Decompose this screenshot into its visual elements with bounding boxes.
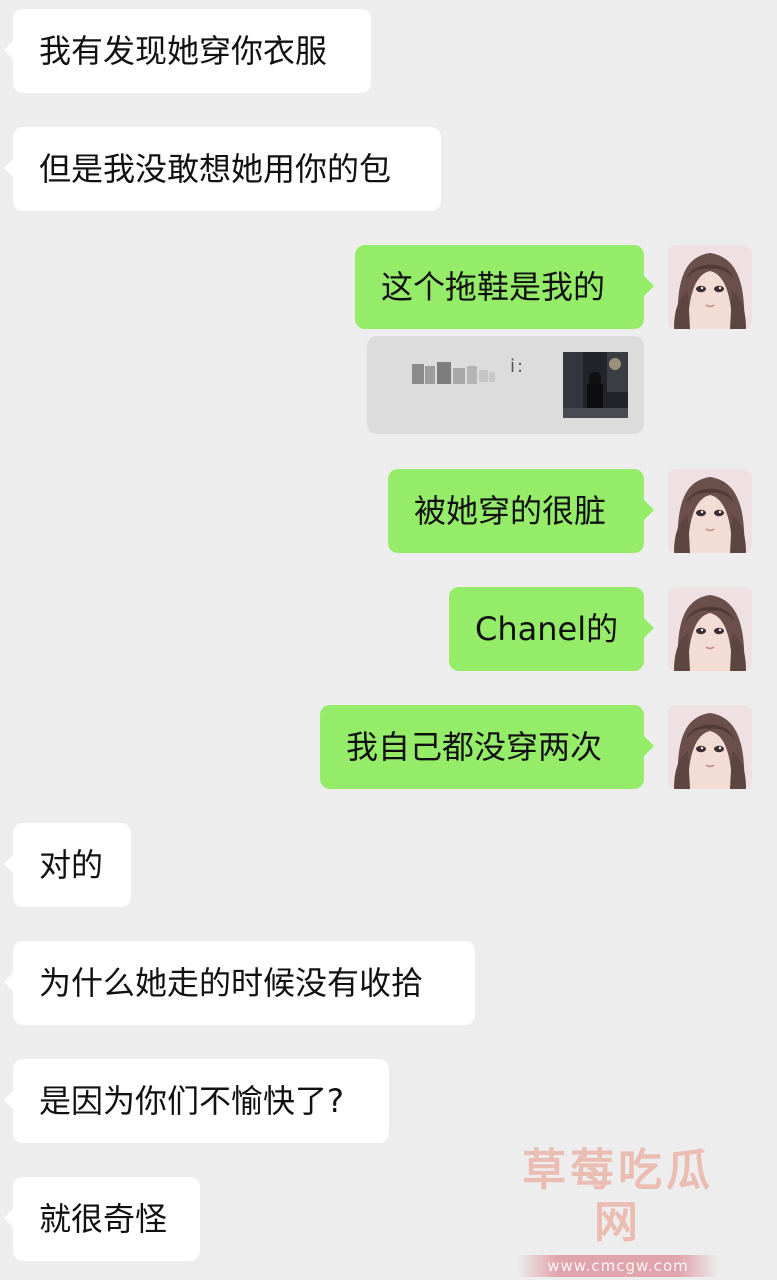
user-avatar[interactable]: [668, 705, 752, 789]
quoted-image-thumbnail[interactable]: [563, 352, 628, 418]
watermark-title: 草莓吃瓜网: [522, 1145, 714, 1248]
incoming-message[interactable]: 但是我没敢想她用你的包: [4, 127, 441, 211]
user-avatar[interactable]: [668, 469, 752, 553]
incoming-message[interactable]: 是因为你们不愉快了?: [4, 1059, 389, 1143]
anime-girl-avatar-icon: [668, 469, 752, 553]
outgoing-message[interactable]: 我自己都没穿两次: [320, 705, 654, 789]
incoming-message[interactable]: 为什么她走的时候没有收拾: [4, 941, 475, 1025]
outgoing-message[interactable]: Chanel的: [449, 587, 654, 671]
watermark: 草莓吃瓜网 www.cmcgw.com: [500, 1145, 736, 1277]
user-avatar[interactable]: [668, 587, 752, 671]
chat-window: 我有发现她穿你衣服 但是我没敢想她用你的包 这个拖鞋是我的 i: 被她穿的很脏 …: [0, 0, 777, 1280]
incoming-message[interactable]: 我有发现她穿你衣服: [4, 9, 371, 93]
anime-girl-avatar-icon: [668, 245, 752, 329]
incoming-message[interactable]: 就很奇怪: [4, 1177, 200, 1261]
quote-label: i:: [510, 356, 526, 377]
outgoing-message[interactable]: 被她穿的很脏: [388, 469, 654, 553]
watermark-url: www.cmcgw.com: [517, 1255, 719, 1277]
anime-girl-avatar-icon: [668, 587, 752, 671]
incoming-message[interactable]: 对的: [4, 823, 131, 907]
outgoing-message[interactable]: 这个拖鞋是我的: [355, 245, 654, 329]
user-avatar[interactable]: [668, 245, 752, 329]
image-thumbnail-icon: [563, 352, 628, 418]
anime-girl-avatar-icon: [668, 705, 752, 789]
